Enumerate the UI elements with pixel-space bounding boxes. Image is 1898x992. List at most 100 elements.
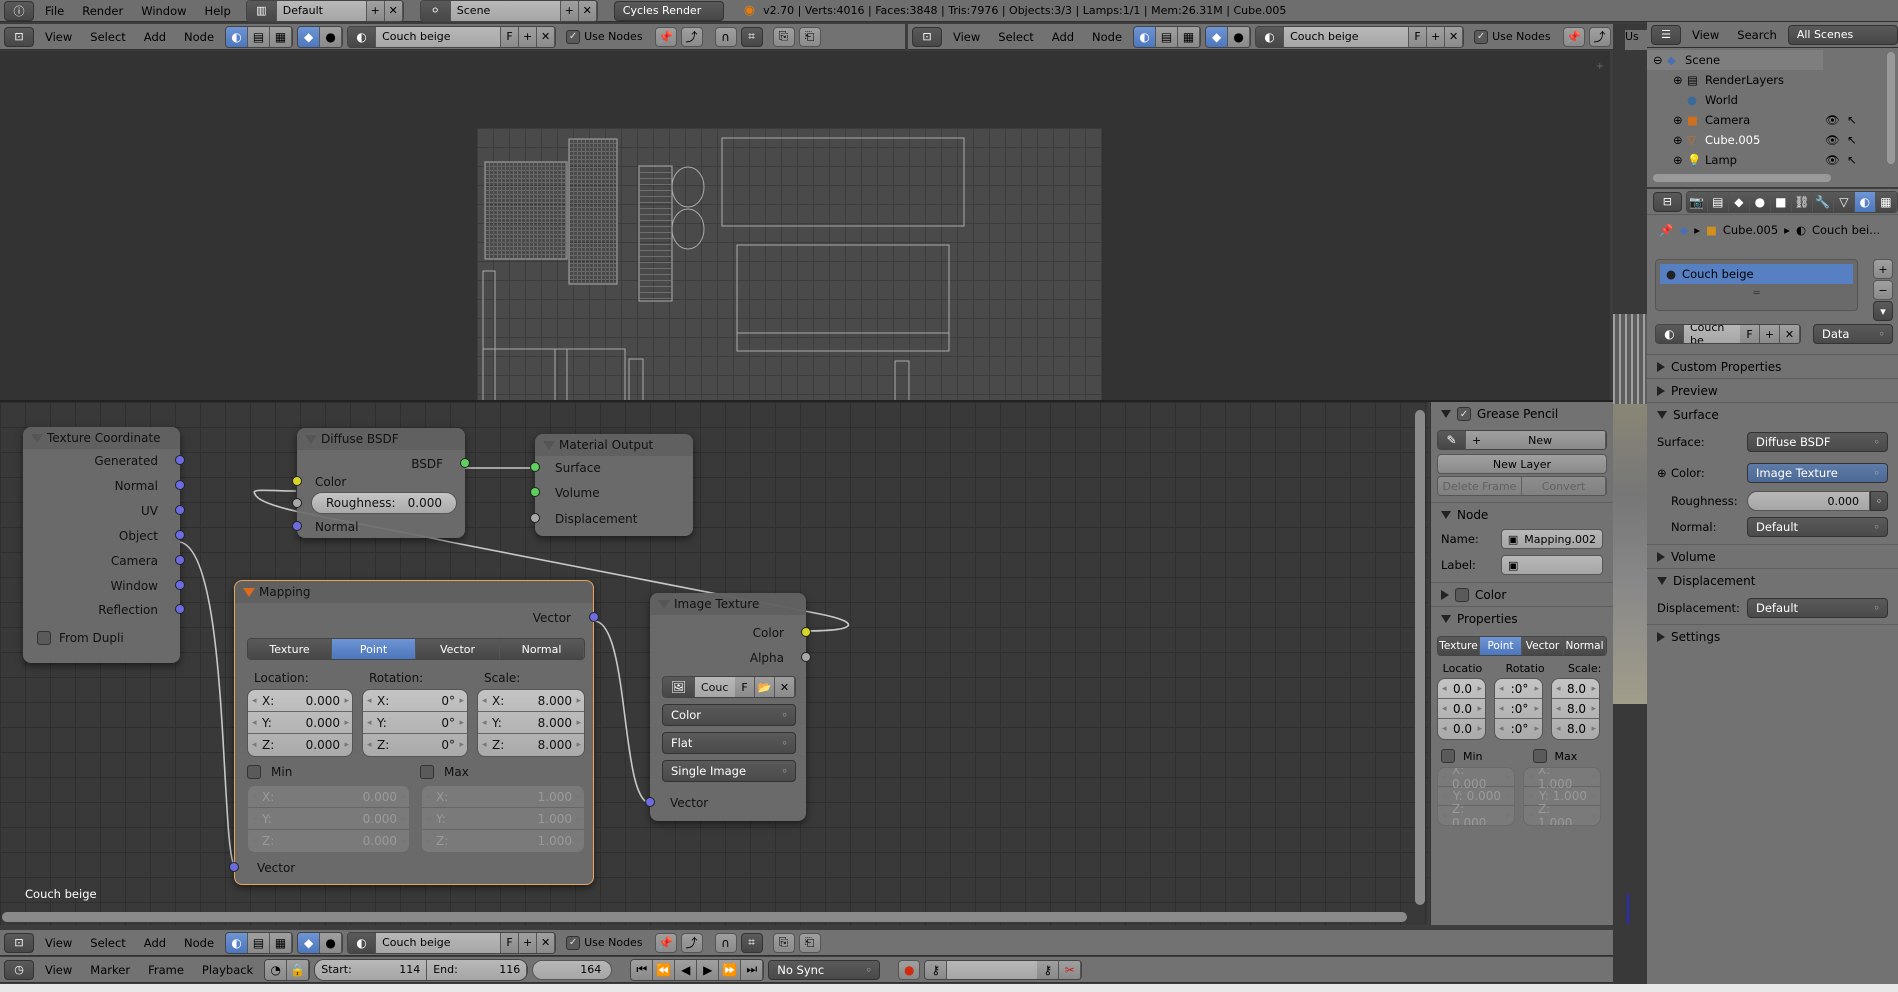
- settings-header[interactable]: Settings: [1647, 624, 1898, 648]
- grease-pencil-checkbox[interactable]: ✓: [1457, 407, 1471, 421]
- socket-displacement-in[interactable]: [530, 513, 540, 523]
- menu-view[interactable]: View: [38, 30, 79, 44]
- use-nodes-checkbox-3[interactable]: ✓: [566, 935, 581, 950]
- timeline-menu-playback[interactable]: Playback: [195, 963, 260, 977]
- preview-range-icon[interactable]: ◔: [265, 959, 288, 980]
- node-name-field[interactable]: ▣ Mapping.002: [1500, 529, 1603, 549]
- color-panel-header[interactable]: Color: [1431, 582, 1613, 606]
- sidebar-max-fields[interactable]: X: 1.000Y: 1.000Z: 1.000: [1523, 767, 1601, 826]
- add-material-button-3[interactable]: +: [519, 932, 538, 953]
- data-tab-icon[interactable]: ▽: [1833, 191, 1855, 212]
- remove-layout-button[interactable]: ✕: [384, 0, 403, 21]
- menu-select-3[interactable]: Select: [83, 936, 132, 950]
- outliner-menu-view[interactable]: View: [1685, 28, 1726, 42]
- editor-type-button-2[interactable]: ⊡: [912, 26, 942, 47]
- material-icon[interactable]: ◐: [348, 26, 377, 47]
- snap-icon[interactable]: ∩: [714, 26, 737, 47]
- roughness-field[interactable]: Roughness: 0.000: [311, 492, 457, 514]
- rotation-fields[interactable]: X:0° Y:0° Z:0°: [362, 689, 468, 757]
- socket-bsdf-out[interactable]: [460, 458, 470, 468]
- pin-icon[interactable]: 📌: [654, 26, 677, 47]
- sidebar-max-checkbox[interactable]: [1532, 749, 1547, 763]
- area-split-handle[interactable]: +: [1596, 61, 1604, 72]
- world-shader-icon[interactable]: ●: [320, 26, 343, 47]
- rotation-z[interactable]: Z:0°: [363, 734, 467, 756]
- image-browse-icon[interactable]: 🖼: [663, 677, 695, 697]
- tab-vector[interactable]: Vector: [416, 639, 500, 659]
- add-slot-button[interactable]: +: [1873, 259, 1893, 279]
- texture-nodes-icon[interactable]: ▦: [270, 26, 293, 47]
- slot-specials-button[interactable]: ▾: [1873, 301, 1893, 321]
- outliner-display-mode[interactable]: All Scenes: [1787, 24, 1898, 45]
- outliner-editor-type[interactable]: ☰: [1651, 24, 1681, 45]
- new-layer-button[interactable]: New Layer: [1437, 454, 1607, 474]
- sidebar-tab-normal[interactable]: Normal: [1564, 637, 1606, 655]
- shader-nodes-icon[interactable]: ◐: [226, 932, 249, 953]
- play-reverse-icon[interactable]: ◀: [675, 959, 698, 980]
- socket-object[interactable]: [175, 530, 185, 540]
- copy-nodes-icon[interactable]: ⎘: [772, 932, 795, 953]
- material-tab-icon[interactable]: ◐: [1854, 191, 1876, 212]
- selectable-cursor-icon[interactable]: ↖: [1847, 153, 1857, 167]
- timeline-menu-view[interactable]: View: [38, 963, 79, 977]
- add-layout-button[interactable]: +: [366, 0, 385, 21]
- volume-header[interactable]: Volume: [1647, 544, 1898, 568]
- editor-type-button[interactable]: ⊡: [4, 26, 34, 47]
- socket-color-in[interactable]: [292, 476, 302, 486]
- menu-node[interactable]: Node: [177, 30, 221, 44]
- delete-keyframe-icon[interactable]: ✂: [1059, 960, 1082, 979]
- new-material-button[interactable]: +: [1760, 325, 1780, 343]
- rotation-x[interactable]: X:0°: [363, 690, 467, 712]
- max-fields[interactable]: X:1.000 Y:1.000 Z:1.000: [421, 785, 585, 853]
- sync-mode-dropdown[interactable]: No Sync: [768, 959, 881, 980]
- material-name-field-3[interactable]: Couch beige: [376, 932, 502, 953]
- expand-icon[interactable]: ⊕: [1673, 133, 1687, 147]
- min-fields[interactable]: X:0.000 Y:0.000 Z:0.000: [247, 785, 410, 853]
- paste-nodes-icon[interactable]: ⎗: [798, 26, 821, 47]
- snap-element-icon[interactable]: ⌗: [740, 932, 763, 953]
- socket-camera[interactable]: [175, 555, 185, 565]
- visibility-eye-icon[interactable]: 👁: [1825, 113, 1840, 127]
- sidebar-tab-vector[interactable]: Vector: [1522, 637, 1564, 655]
- object-shader-icon[interactable]: ◆: [298, 26, 321, 47]
- properties-panel-header[interactable]: Properties: [1431, 606, 1613, 630]
- material-icon[interactable]: ◐: [348, 932, 377, 953]
- snap-element-icon[interactable]: ⌗: [740, 26, 763, 47]
- sidebar-tab-texture[interactable]: Texture: [1438, 637, 1480, 655]
- add-material-button-2[interactable]: +: [1427, 26, 1446, 47]
- node-diffuse-bsdf[interactable]: Diffuse BSDF BSDF Color Roughness: 0.000…: [292, 428, 470, 538]
- object-shader-icon[interactable]: ◆: [298, 932, 321, 953]
- editor-type-info[interactable]: ⓘ: [4, 0, 34, 21]
- scene-selector[interactable]: ⚪ Scene + ✕: [419, 0, 598, 22]
- material-selector[interactable]: ◐ Couch beige F + ✕: [347, 25, 557, 48]
- socket-vector-in[interactable]: [229, 862, 239, 872]
- material-link-dropdown[interactable]: Data: [1813, 324, 1893, 344]
- node-label-field[interactable]: ▣: [1501, 555, 1603, 575]
- preview-header[interactable]: Preview: [1647, 378, 1898, 402]
- socket-uv[interactable]: [175, 505, 185, 515]
- scale-fields[interactable]: X:8.000 Y:8.000 Z:8.000: [477, 689, 585, 757]
- world-tab-icon[interactable]: ●: [1749, 191, 1771, 212]
- displacement-header[interactable]: Displacement: [1647, 568, 1898, 592]
- new-grease-pencil-button[interactable]: + New: [1466, 431, 1606, 449]
- material-fake-user[interactable]: F: [1740, 325, 1760, 343]
- material-slot-item[interactable]: ● Couch beige: [1660, 264, 1853, 284]
- socket-window[interactable]: [175, 580, 185, 590]
- shader-nodes-icon[interactable]: ◐: [1134, 26, 1157, 47]
- material-selector-3[interactable]: ◐ Couch beige F + ✕: [347, 931, 557, 954]
- socket-reflection[interactable]: [175, 604, 185, 614]
- image-name-field[interactable]: Couc: [695, 677, 735, 697]
- outliner-vscrollbar[interactable]: [1887, 52, 1895, 164]
- world-shader-icon[interactable]: ●: [1228, 26, 1251, 47]
- jump-start-icon[interactable]: ⏮: [631, 959, 654, 980]
- node-panel-header[interactable]: Node: [1431, 502, 1613, 526]
- parent-node-tree-icon[interactable]: ⤴: [1588, 26, 1611, 47]
- unlink-material-button[interactable]: ✕: [1780, 325, 1800, 343]
- selectable-cursor-icon[interactable]: ↖: [1847, 113, 1857, 127]
- location-fields[interactable]: X:0.000 Y:0.000 Z:0.000: [247, 689, 353, 757]
- socket-generated[interactable]: [175, 455, 185, 465]
- 3d-viewport-strip[interactable]: Us: [1613, 24, 1647, 992]
- selectable-cursor-icon[interactable]: ↖: [1847, 133, 1857, 147]
- color-checkbox[interactable]: [1455, 587, 1469, 602]
- unlink-material-button-2[interactable]: ✕: [1445, 26, 1464, 47]
